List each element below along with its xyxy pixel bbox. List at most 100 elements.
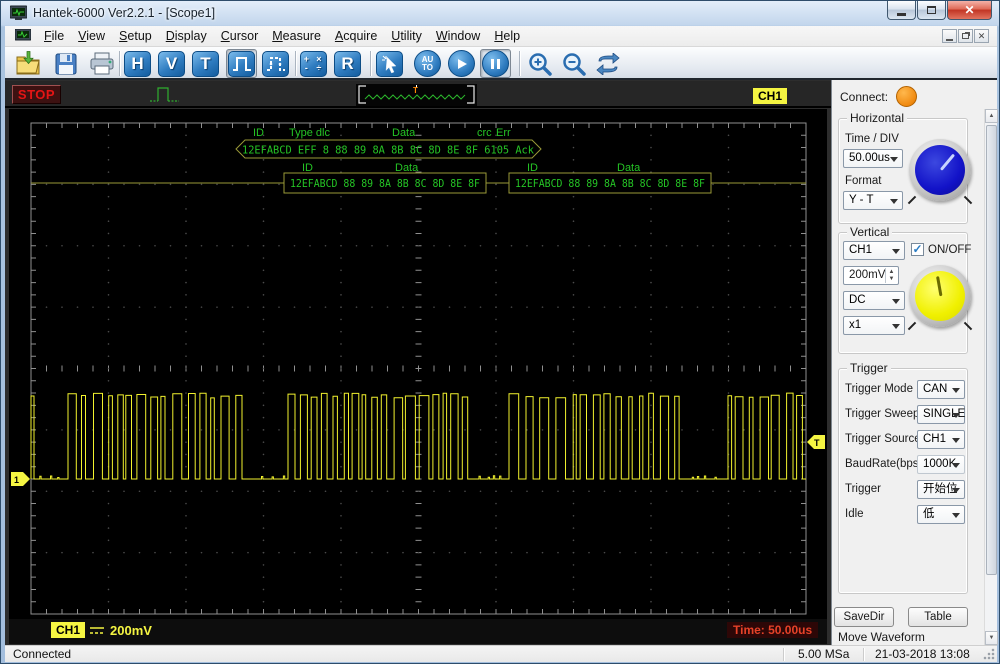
digital-decode-button[interactable] [226, 49, 257, 78]
scroll-down-arrow[interactable]: ▼ [985, 631, 998, 645]
horizontal-position-knob[interactable] [909, 139, 971, 201]
coupling-select[interactable]: DC [843, 291, 905, 310]
chevron-down-icon [952, 413, 960, 418]
svg-text:T: T [814, 438, 820, 448]
svg-text:Data: Data [617, 162, 641, 174]
trigger-group: Trigger Trigger Mode CAN Trigger Sweep S… [838, 368, 968, 594]
menu-help[interactable]: Help [487, 27, 527, 45]
menu-setup[interactable]: Setup [112, 27, 159, 45]
chevron-down-icon [892, 324, 900, 329]
menu-measure[interactable]: Measure [265, 27, 328, 45]
horizontal-group: Horizontal Time / DIV 50.00us Format Y -… [838, 118, 968, 224]
baudrate-select[interactable]: 1000K [917, 455, 965, 474]
channel-select[interactable]: CH1 [843, 241, 905, 260]
scroll-up-arrow[interactable]: ▲ [985, 109, 998, 123]
minimize-button[interactable] [887, 1, 916, 20]
format-select[interactable]: Y - T [843, 191, 903, 210]
close-button[interactable]: ✕ [947, 1, 992, 20]
mdi-minimize-button[interactable] [942, 29, 957, 43]
trigger-condition-label: Trigger [845, 483, 881, 495]
pause-button[interactable] [480, 49, 511, 78]
panel-scrollbar[interactable]: ▲ ▼ [984, 109, 997, 645]
sample-rate: 5.00 MSa [798, 647, 849, 661]
vertical-panel-button[interactable]: V [156, 49, 187, 78]
math-button[interactable]: + - × ÷ [298, 49, 329, 78]
menu-display[interactable]: Display [159, 27, 214, 45]
refresh-connection-button[interactable] [592, 49, 623, 78]
trigger-source-select[interactable]: CH1 [917, 430, 965, 449]
trigger-mode-select[interactable]: CAN [917, 380, 965, 399]
time-div-select[interactable]: 50.00us [843, 149, 903, 168]
horizontal-position-preview[interactable]: T [356, 84, 477, 106]
printer-icon [89, 52, 115, 76]
run-button[interactable] [446, 49, 477, 78]
cursor-button[interactable] [374, 49, 405, 78]
volts-div-stepper[interactable]: 200mV ▲▼ [843, 266, 899, 285]
menu-file[interactable]: File [37, 27, 71, 45]
svg-text:12EFABCD 88 89 8A 8B 8C 8D 8E: 12EFABCD 88 89 8A 8B 8C 8D 8E 8F [290, 178, 480, 190]
pulse-measure-button[interactable] [260, 49, 291, 78]
chevron-down-icon [892, 249, 900, 254]
trigger-group-title: Trigger [847, 361, 891, 375]
savedir-button[interactable]: SaveDir [834, 607, 894, 627]
menu-window[interactable]: Window [429, 27, 487, 45]
chevron-down-icon [952, 438, 960, 443]
zoom-in-button[interactable] [524, 49, 555, 78]
svg-text:ID: ID [302, 162, 313, 174]
mdi-close-button[interactable]: ✕ [974, 29, 989, 43]
swap-arrows-icon [595, 53, 621, 75]
print-button[interactable] [86, 49, 117, 78]
open-button[interactable] [13, 49, 44, 78]
stepper-arrows[interactable]: ▲▼ [885, 268, 897, 283]
menu-utility[interactable]: Utility [384, 27, 429, 45]
table-button[interactable]: Table [908, 607, 968, 627]
svg-text:ID: ID [527, 162, 538, 174]
scrollbar-thumb[interactable] [986, 125, 997, 575]
vertical-scale-value: 200mV [110, 623, 152, 638]
mdi-restore-button[interactable] [958, 29, 973, 43]
time-div-label: Time / DIV [845, 133, 899, 145]
r-icon: R [334, 51, 361, 77]
horizontal-group-title: Horizontal [847, 111, 907, 125]
connect-status-light[interactable] [896, 86, 917, 107]
menu-cursor[interactable]: Cursor [214, 27, 266, 45]
format-label: Format [845, 175, 881, 187]
trigger-type-pulse-icon [149, 84, 181, 106]
autoset-button[interactable]: AUTO [412, 49, 443, 78]
trigger-sweep-select[interactable]: SINGLE [917, 405, 965, 424]
checkmark-icon: ✓ [911, 243, 924, 256]
menu-view[interactable]: View [71, 27, 112, 45]
svg-text:crc: crc [477, 127, 492, 139]
save-button[interactable] [50, 49, 81, 78]
channel-badge: CH1 [753, 88, 787, 104]
chevron-down-icon [952, 463, 960, 468]
reference-button[interactable]: R [332, 49, 363, 78]
dc-coupling-icon [89, 624, 105, 637]
trigger-condition-select[interactable]: 开始位 [917, 480, 965, 499]
zoom-out-button[interactable] [558, 49, 589, 78]
window-title: Hantek-6000 Ver2.2.1 - [Scope1] [33, 6, 215, 20]
trigger-panel-button[interactable]: T [190, 49, 221, 78]
horizontal-panel-button[interactable]: H [122, 49, 153, 78]
pause-icon [490, 58, 501, 70]
app-window: Hantek-6000 Ver2.2.1 - [Scope1] ✕ File V… [0, 0, 1000, 664]
t-icon: T [192, 51, 219, 77]
chevron-down-icon [952, 513, 960, 518]
idle-select[interactable]: 低 [917, 505, 965, 524]
probe-select[interactable]: x1 [843, 316, 905, 335]
vertical-group-title: Vertical [847, 225, 892, 239]
svg-text:T: T [413, 86, 418, 95]
channel-onoff-checkbox[interactable]: ✓ ON/OFF [911, 243, 971, 256]
maximize-button[interactable] [917, 1, 946, 20]
resize-grip[interactable] [983, 648, 995, 660]
svg-text:Type dlc: Type dlc [289, 127, 330, 139]
menu-acquire[interactable]: Acquire [328, 27, 384, 45]
zoom-in-icon [527, 51, 553, 77]
status-bar: Connected 5.00 MSa 21-03-2018 13:08 [5, 645, 997, 662]
time-scale-readout: Time: 50.00us [727, 622, 818, 638]
chevron-down-icon [890, 157, 898, 162]
vertical-position-knob[interactable] [909, 265, 971, 327]
v-icon: V [158, 51, 185, 77]
scope-display[interactable]: IDType dlcDatacrcErr12EFABCD EFF 8 88 89… [9, 109, 827, 619]
save-floppy-icon [54, 52, 78, 76]
